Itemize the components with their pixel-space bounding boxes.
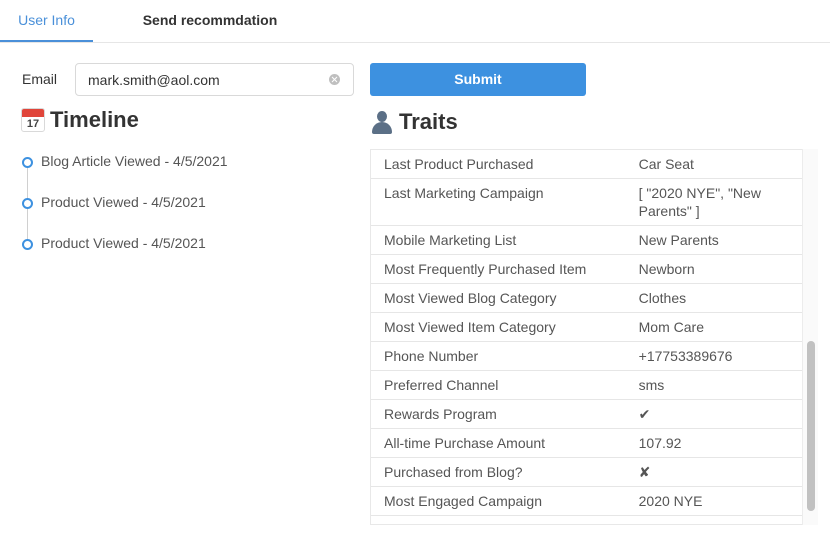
table-row: Purchased from Blog? ✘ [371,457,803,487]
trait-value: Car Seat [624,150,803,179]
table-row: Most Viewed Item Category Mom Care [371,312,803,342]
calendar-icon-header [22,109,44,117]
trait-value: 107.92 [624,428,803,458]
trait-value: New Parents [624,225,803,255]
table-row: Downloaded Mobile App?✔ [371,515,803,524]
tab-user-info[interactable]: User Info [0,0,93,42]
trait-key: All-time Purchase Amount [371,428,625,458]
submit-button[interactable]: Submit [370,63,586,96]
email-field-container [75,63,354,96]
trait-value: ✔ [624,515,803,524]
table-row: Mobile Marketing List New Parents [371,225,803,255]
table-row: Rewards Program ✔ [371,399,803,429]
table-row: Last Marketing Campaign[ "2020 NYE", "Ne… [371,178,803,226]
table-row: Phone Number +17753389676 [371,341,803,371]
table-row: Most Frequently Purchased Item Newborn [371,254,803,284]
email-input[interactable] [88,64,318,95]
trait-key: Preferred Channel [371,370,625,400]
trait-key: Last Product Purchased [371,150,625,179]
trait-value: sms [624,370,803,400]
timeline-dot-icon [22,239,33,250]
calendar-icon: 17 [21,108,45,132]
timeline-item-text: Product Viewed - 4/5/2021 [41,194,206,210]
tab-bar: User Info Send recommdation [0,0,830,43]
trait-key: Last Marketing Campaign [371,178,625,226]
timeline-dot-icon [22,198,33,209]
person-icon [370,110,394,134]
trait-key: Most Engaged Campaign [371,486,625,516]
table-row: All-time Purchase Amount 107.92 [371,428,803,458]
timeline-title-text: Timeline [50,107,139,132]
trait-value: Clothes [624,283,803,313]
email-label: Email [22,71,58,87]
trait-key: Most Viewed Blog Category [371,283,625,313]
clear-circle-icon[interactable] [329,74,340,85]
traits-heading: Traits [370,109,458,135]
table-row: Last Product Purchased Car Seat [371,150,803,179]
trait-value: Newborn [624,254,803,284]
trait-key: Most Viewed Item Category [371,312,625,342]
trait-key: Rewards Program [371,399,625,429]
timeline-item-text: Product Viewed - 4/5/2021 [41,235,206,251]
trait-value: +17753389676 [624,341,803,371]
trait-key: Downloaded Mobile App? [371,515,625,524]
trait-value: Mom Care [624,312,803,342]
trait-value: 2020 NYE [624,486,803,516]
table-row: Most Viewed Blog Category Clothes [371,283,803,313]
traits-title-text: Traits [399,109,458,134]
timeline-heading: 17 Timeline [21,107,139,133]
timeline-dot-icon [22,157,33,168]
table-row: Preferred Channel sms [371,370,803,400]
trait-value: ✘ [624,457,803,487]
traits-table-container: Last Product Purchased Car Seat Last Mark… [370,149,818,525]
traits-scrollbar[interactable] [802,149,818,525]
trait-key: Purchased from Blog? [371,457,625,487]
table-row: Most Engaged Campaign 2020 NYE [371,486,803,516]
trait-value: ✔ [624,399,803,429]
person-icon-head [377,111,387,122]
scrollbar-thumb[interactable] [807,341,815,511]
trait-key: Phone Number [371,341,625,371]
person-icon-body [372,122,392,134]
tab-send-recommendation[interactable]: Send recommdation [120,0,300,42]
trait-key: Mobile Marketing List [371,225,625,255]
trait-key: Most Frequently Purchased Item [371,254,625,284]
traits-table: Last Product Purchased Car Seat Last Mark… [371,150,803,524]
trait-value: [ "2020 NYE", "New Parents" ] [624,178,803,226]
calendar-icon-number: 17 [26,118,40,130]
timeline-item-text: Blog Article Viewed - 4/5/2021 [41,153,228,169]
